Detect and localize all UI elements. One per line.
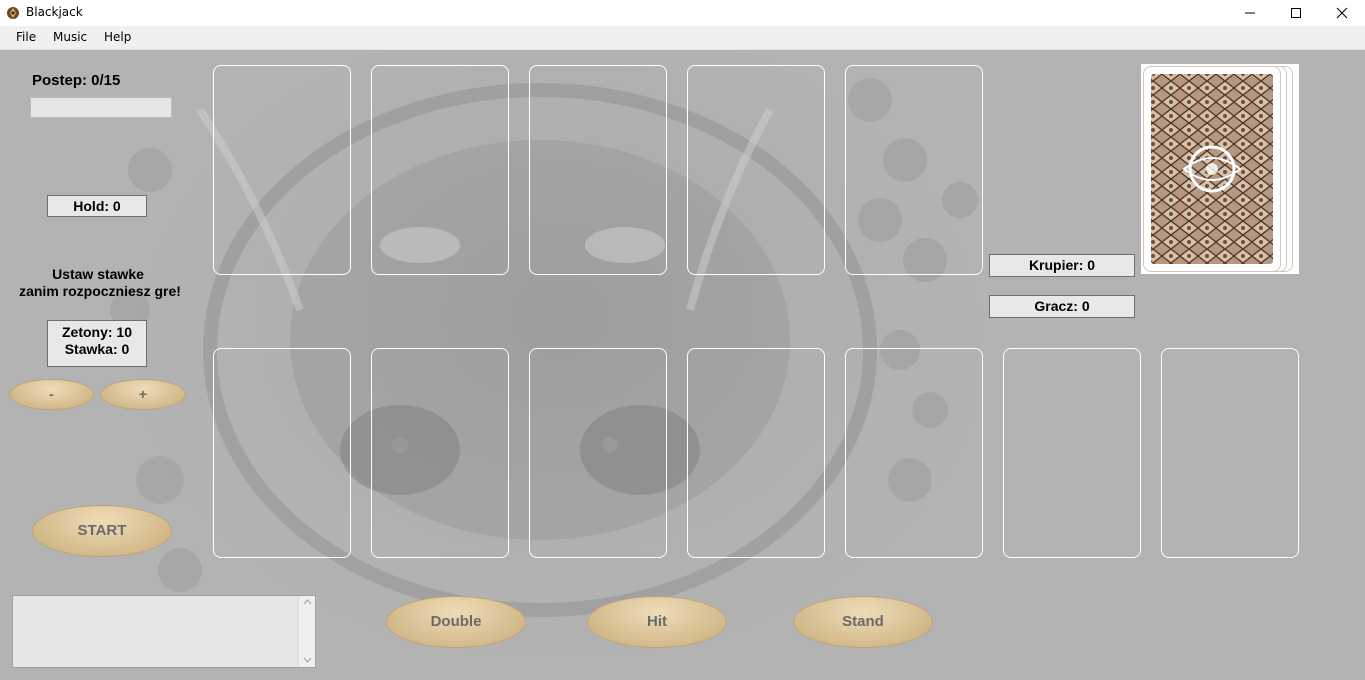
instruction-line1: Ustaw stawke: [52, 266, 144, 282]
start-button[interactable]: START: [32, 505, 172, 557]
dealer-card-slot: [687, 65, 825, 275]
dealer-card-slot: [529, 65, 667, 275]
double-button[interactable]: Double: [386, 596, 526, 648]
player-card-slot: [687, 348, 825, 558]
player-card-slot: [845, 348, 983, 558]
player-card-slot: [1161, 348, 1299, 558]
deck-top-card: [1143, 66, 1281, 272]
maximize-button[interactable]: [1273, 0, 1319, 26]
menu-file[interactable]: File: [16, 30, 36, 44]
log-scrollbar[interactable]: [298, 596, 315, 667]
minimize-button[interactable]: [1227, 0, 1273, 26]
stand-button[interactable]: Stand: [793, 596, 933, 648]
close-button[interactable]: [1319, 0, 1365, 26]
player-card-slot: [213, 348, 351, 558]
decrease-bet-button[interactable]: -: [9, 379, 94, 410]
app-icon: [7, 7, 19, 19]
scroll-down-icon[interactable]: [303, 657, 312, 663]
dealer-card-slot: [371, 65, 509, 275]
increase-bet-button[interactable]: +: [100, 379, 186, 410]
snakeskin-card-back-icon: [1149, 72, 1275, 266]
bet-label: Stawka: 0: [64, 341, 130, 357]
instruction-line2: zanim rozpoczniesz gre!: [19, 283, 181, 299]
chips-bet-panel: Zetony: 10 Stawka: 0: [47, 320, 147, 367]
dealer-score-label: Krupier: 0: [989, 254, 1135, 277]
player-card-slot: [1003, 348, 1141, 558]
minimize-icon: [1245, 12, 1255, 14]
chips-label: Zetony: 10: [61, 324, 132, 340]
game-table: Postep: 0/15 Hold: 0 Ustaw stawke zanim …: [0, 50, 1365, 680]
menu-bar: File Music Help: [0, 26, 1365, 50]
maximize-icon: [1291, 8, 1301, 18]
player-card-slot: [529, 348, 667, 558]
card-deck[interactable]: [1141, 64, 1299, 274]
game-log-text: [13, 596, 315, 602]
hold-label: Hold: 0: [47, 195, 147, 217]
window-title: Blackjack: [26, 5, 83, 19]
dealer-card-slot: [213, 65, 351, 275]
progress-bar: [30, 97, 172, 118]
hit-button[interactable]: Hit: [587, 596, 727, 648]
scroll-up-icon[interactable]: [303, 599, 312, 605]
close-icon: [1336, 7, 1348, 19]
title-bar: Blackjack: [0, 0, 1365, 26]
dealer-card-slot: [845, 65, 983, 275]
menu-music[interactable]: Music: [53, 30, 87, 44]
player-card-slot: [371, 348, 509, 558]
game-log[interactable]: [12, 595, 316, 668]
player-score-label: Gracz: 0: [989, 295, 1135, 318]
progress-label: Postep: 0/15: [32, 72, 121, 89]
menu-help[interactable]: Help: [104, 30, 131, 44]
